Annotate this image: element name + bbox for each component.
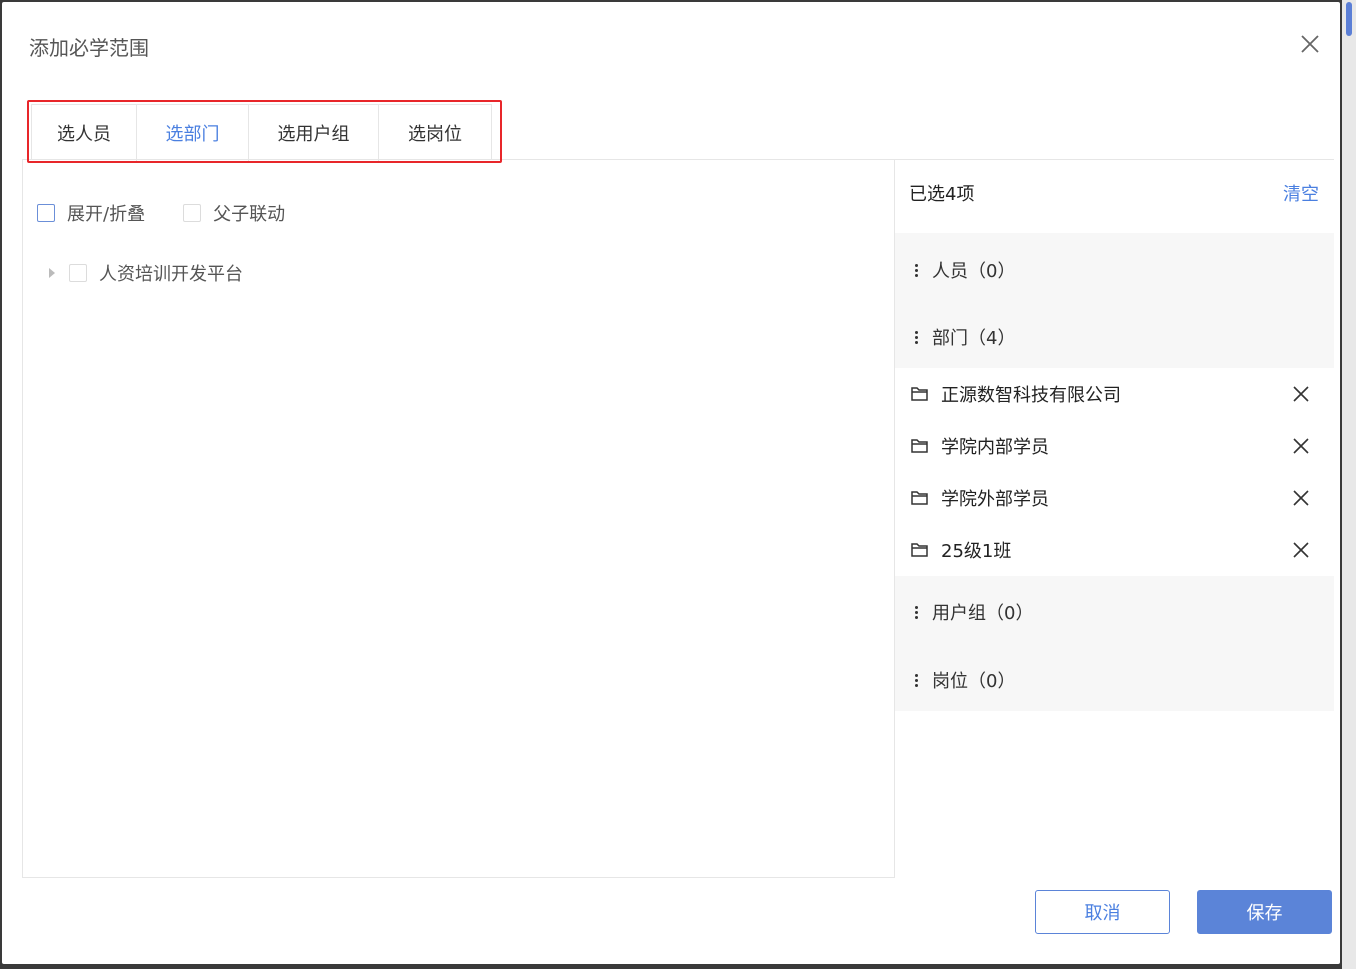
remove-icon[interactable]	[1292, 385, 1310, 403]
group-people-label: 人员（0）	[932, 261, 1016, 282]
selected-department-label: 正源数智科技有限公司	[941, 385, 1121, 406]
folder-icon	[911, 491, 928, 505]
add-required-scope-dialog: 添加必学范围 选人员 选部门 选用户组 选岗位 展开/折叠 父子联动 人资培训开	[2, 2, 1340, 964]
folder-icon	[911, 387, 928, 401]
expand-caret-icon[interactable]	[49, 268, 55, 278]
more-vertical-icon	[915, 263, 918, 278]
more-vertical-icon	[915, 330, 918, 345]
selected-header: 已选4项 清空	[909, 180, 1319, 206]
folder-icon	[911, 543, 928, 557]
tree-node[interactable]: 人资培训开发平台	[49, 260, 243, 286]
remove-icon[interactable]	[1292, 437, 1310, 455]
list-item: 25级1班	[895, 524, 1334, 576]
group-usergroups-positions: 用户组（0） 岗位（0）	[895, 576, 1334, 711]
tree-options: 展开/折叠 父子联动	[37, 200, 323, 226]
more-vertical-icon	[915, 605, 918, 620]
parent-child-link-checkbox[interactable]	[183, 204, 202, 222]
selected-count: 已选4项	[909, 184, 975, 205]
list-item: 正源数智科技有限公司	[895, 368, 1334, 420]
list-item: 学院内部学员	[895, 420, 1334, 472]
clear-button[interactable]: 清空	[1283, 180, 1319, 206]
cancel-button[interactable]: 取消	[1035, 890, 1170, 934]
group-positions-label: 岗位（0）	[932, 671, 1016, 692]
remove-icon[interactable]	[1292, 489, 1310, 507]
parent-child-link-option[interactable]: 父子联动	[183, 200, 285, 226]
selected-panel: 已选4项 清空 人员（0） 部门（4） 正源数智科技有限公司 学院内部学员 学院…	[895, 160, 1334, 878]
tree-node-checkbox[interactable]	[69, 264, 87, 282]
remove-icon[interactable]	[1292, 541, 1310, 559]
parent-child-link-label: 父子联动	[213, 204, 286, 225]
expand-collapse-label: 展开/折叠	[67, 204, 146, 225]
group-departments[interactable]: 部门（4）	[915, 324, 1015, 350]
group-positions[interactable]: 岗位（0）	[915, 667, 1015, 693]
selected-department-label: 25级1班	[941, 541, 1012, 562]
close-icon[interactable]	[1298, 32, 1322, 56]
group-people-departments: 人员（0） 部门（4）	[895, 233, 1334, 368]
selected-department-label: 学院内部学员	[941, 437, 1049, 458]
dialog-title: 添加必学范围	[29, 36, 149, 60]
group-people[interactable]: 人员（0）	[915, 257, 1015, 283]
department-tree-panel: 展开/折叠 父子联动 人资培训开发平台	[22, 160, 895, 878]
more-vertical-icon	[915, 673, 918, 688]
save-button[interactable]: 保存	[1197, 890, 1332, 934]
tab-bar: 选人员 选部门 选用户组 选岗位	[22, 98, 1334, 163]
list-item: 学院外部学员	[895, 472, 1334, 524]
group-user-groups-label: 用户组（0）	[932, 603, 1034, 624]
folder-icon	[911, 439, 928, 453]
expand-collapse-option[interactable]: 展开/折叠	[37, 200, 145, 226]
group-user-groups[interactable]: 用户组（0）	[915, 599, 1033, 625]
expand-collapse-checkbox[interactable]	[37, 204, 55, 222]
tree-node-label: 人资培训开发平台	[99, 264, 243, 285]
tabs-highlight-box	[27, 100, 502, 163]
window-scrollbar[interactable]	[1342, 0, 1356, 969]
selected-department-label: 学院外部学员	[941, 489, 1049, 510]
group-departments-label: 部门（4）	[932, 328, 1016, 349]
scrollbar-thumb[interactable]	[1346, 2, 1352, 36]
